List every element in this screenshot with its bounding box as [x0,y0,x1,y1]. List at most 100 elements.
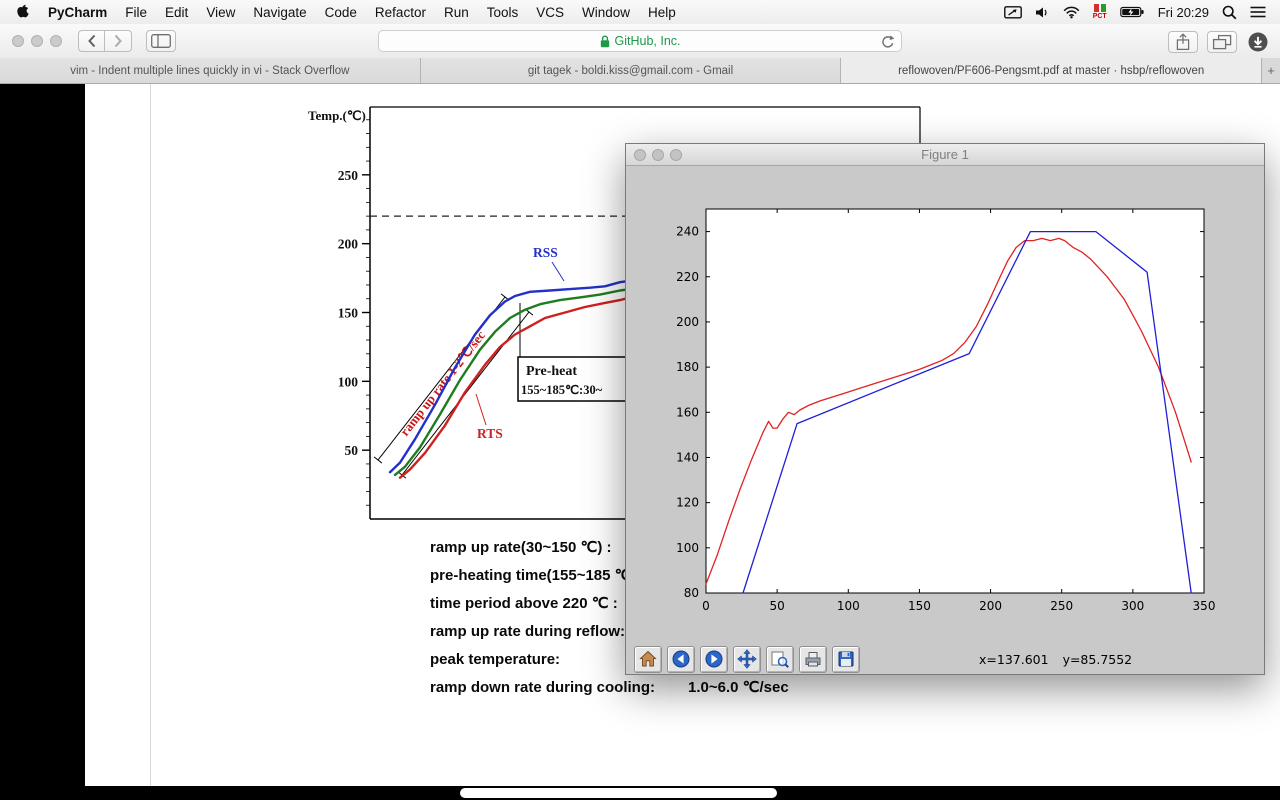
note-label: time period above 220 ℃ : [430,595,618,612]
menu-help[interactable]: Help [639,5,685,20]
y-tick-label: 200 [338,237,359,252]
note-label: pre-heating time(155~185 ℃ [430,567,632,584]
y-tick-label: 120 [676,496,699,510]
chevron-right-icon [112,33,124,49]
note-label: ramp up rate(30~150 ℃) : [430,539,612,556]
tab-title: reflowoven/PF606-Pengsmt.pdf at master ·… [888,65,1214,77]
pct-bars-icon [1094,4,1106,12]
save-button[interactable] [832,646,860,673]
cursor-x-value: x=137.601 [979,652,1049,667]
apple-menu[interactable] [0,4,39,20]
menu-edit[interactable]: Edit [156,5,197,20]
tab-title: vim - Indent multiple lines quickly in v… [60,65,359,77]
y-tick-label: 80 [684,586,699,600]
save-icon [836,649,856,669]
figure-traffic-lights [634,149,682,161]
pan-button[interactable] [733,646,761,673]
x-tick-label: 0 [702,599,710,613]
menu-app-name[interactable]: PyCharm [39,5,116,20]
rss-label: RSS [533,245,558,260]
address-bar[interactable]: GitHub, Inc. [378,30,902,52]
back-button[interactable] [78,30,105,52]
menu-run[interactable]: Run [435,5,478,20]
note-value: 1.0~6.0 ℃/sec [688,674,789,702]
menu-window[interactable]: Window [573,5,639,20]
menu-clock[interactable]: Fri 20:29 [1158,5,1209,20]
volume-icon[interactable] [1035,6,1050,19]
pdf-page-border [150,84,151,800]
downloads-button[interactable] [1246,30,1270,54]
figure-close-button[interactable] [634,149,646,161]
close-button[interactable] [12,35,24,47]
x-tick-label: 350 [1193,599,1216,613]
zoom-rect-icon [770,649,790,669]
rts-pointer-line [476,394,486,425]
menu-navigate[interactable]: Navigate [244,5,315,20]
figure-minimize-button[interactable] [652,149,664,161]
figure-zoom-button[interactable] [670,149,682,161]
back-arrow-icon [671,649,691,669]
figure-canvas[interactable]: 0501001502002503003508010012014016018020… [626,166,1264,644]
zoom-to-rect-button[interactable] [766,646,794,673]
note-label: peak temperature: [430,651,560,668]
y-tick-label: 220 [676,270,699,284]
tab-overview-button[interactable] [1207,31,1237,53]
menu-tools[interactable]: Tools [478,5,528,20]
menu-file[interactable]: File [116,5,156,20]
battery-charging-icon[interactable] [1120,6,1145,18]
pct-widget-label: PCT [1093,13,1107,20]
rss-pointer-line [552,262,564,281]
bottom-black-bar [0,786,1280,800]
preheat-value: 155~185℃:30~ [521,383,603,397]
notification-center-icon[interactable] [1250,6,1266,18]
minimize-button[interactable] [31,35,43,47]
reload-button[interactable] [879,34,895,50]
x-tick-label: 250 [1050,599,1073,613]
x-tick-label: 150 [908,599,931,613]
menu-view[interactable]: View [197,5,244,20]
download-icon [1247,31,1269,53]
x-tick-label: 100 [837,599,860,613]
note-row: ramp down rate during cooling:1.0~6.0 ℃/… [430,674,990,702]
figure-title-bar[interactable]: Figure 1 [626,144,1264,166]
menu-refactor[interactable]: Refactor [366,5,435,20]
sidebar-toggle-button[interactable] [146,30,176,52]
menu-status-area: PCT Fri 20:29 [1004,4,1280,20]
sidebar-icon [151,34,171,48]
back-nav-button[interactable] [667,646,695,673]
menu-vcs[interactable]: VCS [527,5,573,20]
window-traffic-lights [12,35,62,47]
subplots-icon [803,649,823,669]
wifi-icon[interactable] [1063,6,1080,19]
tab-github-reflowoven[interactable]: reflowoven/PF606-Pengsmt.pdf at master ·… [841,58,1262,83]
new-tab-button[interactable]: + [1262,58,1280,83]
display-arrow-icon[interactable] [1004,6,1022,19]
figure-toolbar: x=137.601 y=85.7552 [626,644,1264,674]
pct-widget[interactable]: PCT [1093,4,1107,20]
tab-stack-overflow[interactable]: vim - Indent multiple lines quickly in v… [0,58,421,83]
address-text: GitHub, Inc. [615,34,681,48]
share-icon [1175,33,1191,51]
preheat-title: Pre-heat [526,364,577,379]
scrubber-bar[interactable] [460,788,777,798]
share-button[interactable] [1168,31,1198,53]
menu-code[interactable]: Code [316,5,366,20]
spotlight-search-icon[interactable] [1222,5,1237,20]
note-label: ramp up rate during reflow: [430,623,625,640]
plot-area [706,209,1204,593]
pdf-temp-axis-label: Temp.(℃) [308,108,366,123]
home-icon [638,649,658,669]
tab-gmail[interactable]: git tagek - boldi.kiss@gmail.com - Gmail [421,58,842,83]
configure-subplots-button[interactable] [799,646,827,673]
zoom-window-button[interactable] [50,35,62,47]
chevron-left-icon [86,33,98,49]
forward-button[interactable] [105,30,132,52]
forward-nav-button[interactable] [700,646,728,673]
x-tick-label: 300 [1121,599,1144,613]
home-button[interactable] [634,646,662,673]
tab-bar: vim - Indent multiple lines quickly in v… [0,58,1280,84]
pdf-viewer-left-margin [0,84,85,800]
ramp-rate-label: ramp up rate 1-2℃/sec [397,328,488,439]
y-tick-label: 160 [676,405,699,419]
matplotlib-figure-window: Figure 1 0501001502002503003508010012014… [625,143,1265,675]
